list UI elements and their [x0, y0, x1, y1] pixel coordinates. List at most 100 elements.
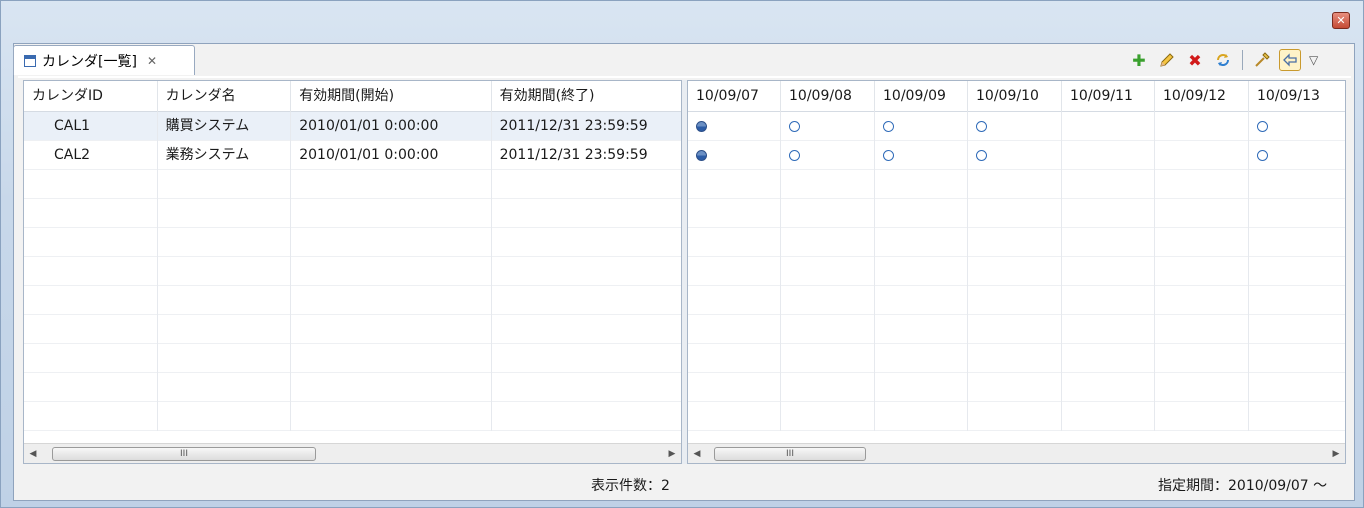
schedule-header: 10/09/07 10/09/08 10/09/09 10/09/10 10/0…	[688, 81, 1345, 112]
schedule-cell	[1249, 286, 1345, 315]
delete-icon: ✖	[1188, 50, 1202, 70]
tab-calendar-list[interactable]: カレンダ[一覧] ✕	[13, 45, 195, 75]
column-header-valid-end[interactable]: 有効期間(終了)	[492, 81, 681, 112]
column-header-date[interactable]: 10/09/13	[1249, 81, 1345, 112]
scroll-right-icon[interactable]: ▶	[663, 445, 681, 463]
schedule-cell	[688, 228, 781, 257]
delete-button[interactable]: ✖	[1184, 49, 1206, 71]
back-button[interactable]	[1279, 49, 1301, 71]
schedule-cell	[688, 402, 781, 431]
empty-cell	[291, 170, 492, 199]
schedule-cell	[1155, 112, 1249, 141]
empty-cell	[158, 228, 292, 257]
schedule-row[interactable]	[688, 286, 1345, 315]
schedule-cell	[968, 373, 1062, 402]
schedule-cell	[968, 257, 1062, 286]
scroll-track[interactable]: III	[42, 445, 663, 463]
view-icon	[24, 54, 36, 67]
schedule-cell	[875, 141, 968, 170]
empty-cell	[24, 257, 158, 286]
schedule-row[interactable]	[688, 141, 1345, 170]
column-header-date[interactable]: 10/09/11	[1062, 81, 1155, 112]
empty-cell	[24, 402, 158, 431]
cell-valid-end: 2011/12/31 23:59:59	[499, 118, 648, 134]
schedule-row[interactable]	[688, 112, 1345, 141]
empty-circle-icon	[789, 120, 800, 132]
column-header-date[interactable]: 10/09/09	[875, 81, 968, 112]
column-header-date[interactable]: 10/09/12	[1155, 81, 1249, 112]
schedule-row[interactable]	[688, 402, 1345, 431]
schedule-hscrollbar[interactable]: ◀ III ▶	[688, 443, 1345, 463]
scroll-left-icon[interactable]: ◀	[688, 445, 706, 463]
schedule-cell	[1062, 315, 1155, 344]
schedule-cell	[1062, 344, 1155, 373]
empty-cell	[158, 199, 292, 228]
edit-button[interactable]	[1156, 49, 1178, 71]
empty-cell	[492, 286, 681, 315]
schedule-row[interactable]	[688, 315, 1345, 344]
content-top-line	[18, 76, 1351, 78]
scroll-track[interactable]: III	[706, 445, 1327, 463]
cell-calendar-name: 業務システム	[158, 141, 292, 170]
filter-button[interactable]	[1251, 49, 1273, 71]
empty-cell	[24, 199, 158, 228]
table-row[interactable]: CAL2 業務システム 2010/01/01 0:00:00 2011/12/3…	[24, 141, 681, 170]
schedule-row[interactable]	[688, 228, 1345, 257]
schedule-cell	[781, 141, 875, 170]
calendar-list-hscrollbar[interactable]: ◀ III ▶	[24, 443, 681, 463]
schedule-cell	[875, 170, 968, 199]
schedule-row[interactable]	[688, 373, 1345, 402]
scroll-left-icon[interactable]: ◀	[24, 445, 42, 463]
empty-cell	[492, 315, 681, 344]
schedule-cell	[688, 286, 781, 315]
schedule-row[interactable]	[688, 170, 1345, 199]
schedule-cell	[1249, 199, 1345, 228]
empty-cell	[291, 228, 492, 257]
empty-row	[24, 373, 681, 402]
schedule-row[interactable]	[688, 257, 1345, 286]
column-header-calendar-name[interactable]: カレンダ名	[158, 81, 292, 112]
tab-close-icon[interactable]: ✕	[147, 54, 157, 68]
schedule-row[interactable]	[688, 344, 1345, 373]
scroll-thumb[interactable]: III	[714, 446, 866, 461]
window-close-button[interactable]: ✕	[1332, 12, 1350, 29]
schedule-cell	[688, 112, 781, 141]
schedule-cell	[1062, 199, 1155, 228]
schedule-cell	[1249, 344, 1345, 373]
schedule-cell	[1155, 315, 1249, 344]
schedule-cell	[968, 344, 1062, 373]
empty-circle-icon	[1257, 149, 1268, 161]
schedule-cell	[875, 199, 968, 228]
table-row[interactable]: CAL1 購買システム 2010/01/01 0:00:00 2011/12/3…	[24, 112, 681, 141]
schedule-cell	[1155, 170, 1249, 199]
column-header-calendar-id[interactable]: カレンダID	[24, 81, 158, 112]
scroll-thumb[interactable]: III	[52, 446, 316, 461]
column-header-date[interactable]: 10/09/08	[781, 81, 875, 112]
empty-cell	[24, 286, 158, 315]
empty-cell	[24, 344, 158, 373]
view-menu-chevron-icon[interactable]: ▽	[1309, 53, 1318, 67]
schedule-row[interactable]	[688, 199, 1345, 228]
pencil-icon	[1160, 53, 1174, 67]
column-header-date[interactable]: 10/09/10	[968, 81, 1062, 112]
schedule-cell	[688, 141, 781, 170]
column-header-valid-start[interactable]: 有効期間(開始)	[291, 81, 492, 112]
add-button[interactable]: ✚	[1128, 49, 1150, 71]
empty-cell	[291, 315, 492, 344]
schedule-cell	[688, 257, 781, 286]
schedule-cell	[875, 344, 968, 373]
empty-row	[24, 315, 681, 344]
schedule-cell	[875, 228, 968, 257]
schedule-cell	[781, 344, 875, 373]
column-header-date[interactable]: 10/09/07	[688, 81, 781, 112]
schedule-cell	[1155, 141, 1249, 170]
schedule-cell	[781, 112, 875, 141]
schedule-cell	[1062, 170, 1155, 199]
empty-cell	[492, 199, 681, 228]
schedule-cell	[781, 257, 875, 286]
schedule-cell	[875, 373, 968, 402]
refresh-button[interactable]	[1212, 49, 1234, 71]
schedule-cell	[688, 199, 781, 228]
scroll-right-icon[interactable]: ▶	[1327, 445, 1345, 463]
empty-circle-icon	[789, 149, 800, 161]
